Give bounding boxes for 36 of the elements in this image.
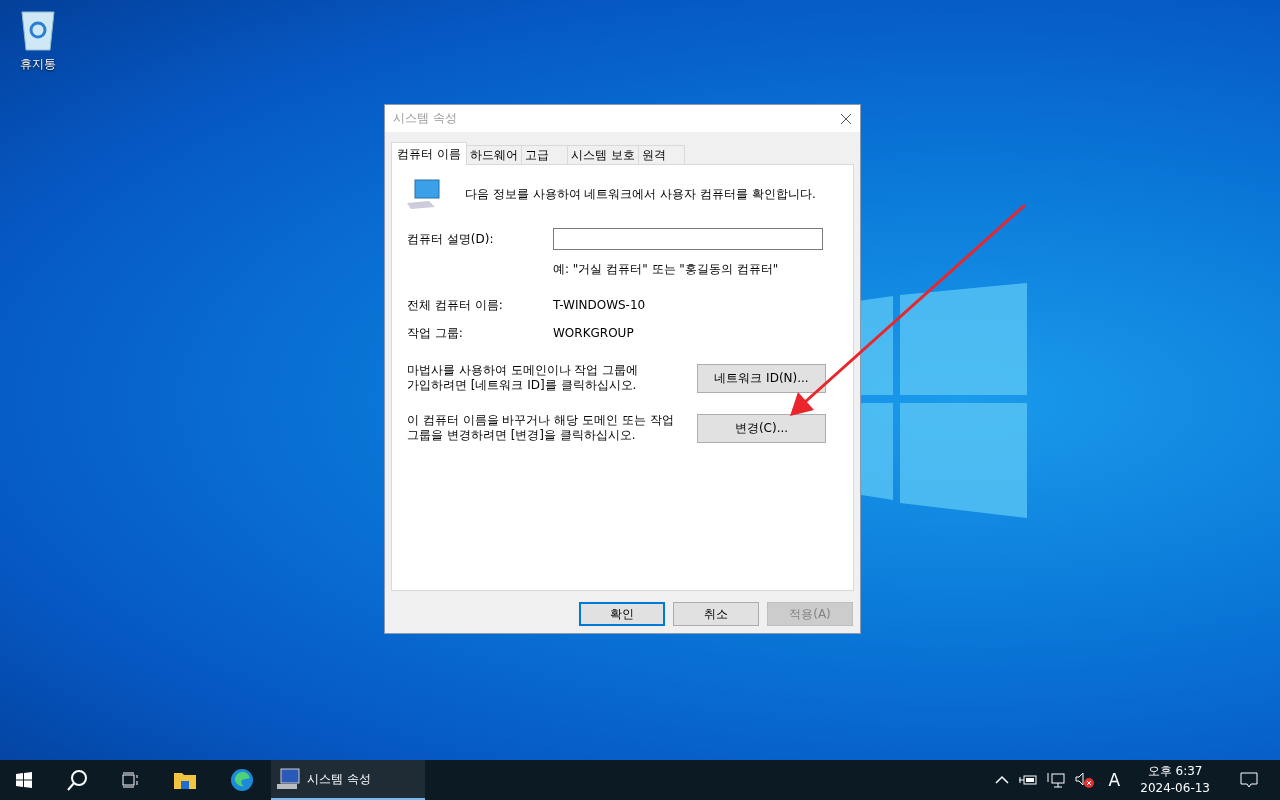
tab[interactable]: 원격 bbox=[637, 145, 685, 165]
info-label: 전체 컴퓨터 이름: bbox=[407, 296, 504, 314]
volume-muted-icon[interactable] bbox=[1074, 772, 1095, 788]
network-icon[interactable] bbox=[1046, 772, 1065, 788]
clock-time[interactable]: 오후 6:37 bbox=[1147, 763, 1203, 780]
folder-icon[interactable] bbox=[174, 771, 196, 789]
instruction-text: 이 컴퓨터 이름을 바꾸거나 해당 도메인 또는 작업 그룹을 변경하려면 [변경]을 클릭하십시오. bbox=[407, 413, 674, 443]
taskbar-app[interactable]: 시스템 속성 bbox=[271, 760, 425, 800]
field-label: 컴퓨터 설명(D): bbox=[407, 230, 495, 248]
battery-icon[interactable] bbox=[1018, 774, 1037, 786]
start-icon[interactable] bbox=[16, 772, 32, 788]
task-view-icon[interactable] bbox=[122, 772, 140, 788]
search-icon[interactable] bbox=[66, 769, 88, 791]
dialog-button[interactable]: 취소 bbox=[673, 602, 759, 626]
example-text: 예: "거실 컴퓨터" 또는 "홍길동의 컴퓨터" bbox=[553, 260, 779, 278]
intro-text: 다음 정보를 사용하여 네트워크에서 사용자 컴퓨터를 확인합니다. bbox=[465, 185, 816, 203]
input-method-indicator[interactable]: A bbox=[1108, 770, 1121, 790]
browser-icon[interactable] bbox=[230, 768, 254, 792]
info-value: WORKGROUP bbox=[553, 326, 634, 340]
recycle-bin-icon[interactable] bbox=[18, 8, 58, 52]
chevron-up-icon[interactable] bbox=[994, 775, 1009, 785]
instruction-text: 마법사를 사용하여 도메인이나 작업 그룹에 가입하려면 [네트워크 ID]를 클릭하십시오. bbox=[407, 363, 639, 393]
window-title: 시스템 속성 bbox=[393, 110, 457, 127]
info-value: T-WINDOWS-10 bbox=[553, 298, 646, 312]
action-button[interactable]: 네트워크 ID(N)... bbox=[697, 363, 826, 393]
tab[interactable]: 컴퓨터 이름 bbox=[391, 142, 467, 165]
notification-icon[interactable] bbox=[1240, 772, 1258, 788]
dialog-button[interactable]: 확인 bbox=[579, 602, 665, 626]
desktop-icon-label[interactable]: 휴지통 bbox=[20, 56, 56, 73]
action-button[interactable]: 변경(C)... bbox=[697, 413, 826, 443]
computer-icon bbox=[407, 179, 441, 209]
info-label: 작업 그룹: bbox=[407, 324, 464, 342]
close-icon[interactable] bbox=[840, 112, 852, 125]
description-field[interactable] bbox=[553, 228, 823, 250]
computer-icon bbox=[277, 768, 301, 790]
clock-date[interactable]: 2024-06-13 bbox=[1140, 780, 1210, 797]
